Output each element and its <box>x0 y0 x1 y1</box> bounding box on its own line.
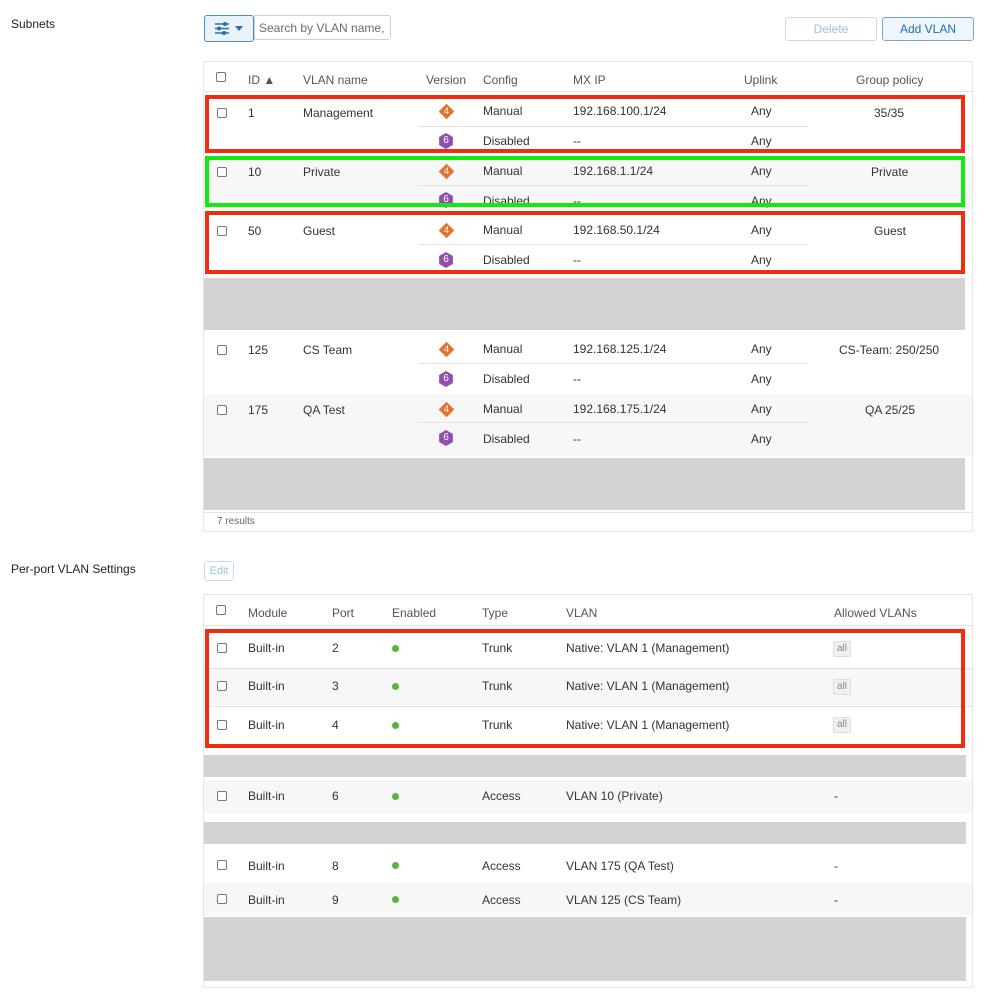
header-enabled[interactable]: Enabled <box>392 606 436 620</box>
mx-ip-ipv6: -- <box>573 432 581 446</box>
highlight-box-management <box>205 95 965 153</box>
delete-button[interactable]: Delete <box>785 17 877 41</box>
config-ipv4: Manual <box>483 402 523 416</box>
row-checkbox[interactable] <box>217 791 227 801</box>
select-all-checkbox[interactable] <box>216 72 226 82</box>
vlan-id: 125 <box>248 343 269 357</box>
header-port[interactable]: Port <box>332 606 354 620</box>
header-allowed-vlans[interactable]: Allowed VLANs <box>834 606 917 620</box>
mx-ip-ipv4: 192.168.125.1/24 <box>573 342 667 356</box>
group-policy: CS-Team: 250/250 <box>839 343 940 357</box>
allowed-vlans: - <box>834 789 838 803</box>
subnets-section-label: Subnets <box>11 17 56 31</box>
header-type[interactable]: Type <box>482 606 508 620</box>
port-vlan: VLAN 125 (CS Team) <box>566 893 682 907</box>
config-ipv4: Manual <box>483 342 523 356</box>
highlight-box-trunk-ports <box>205 629 965 748</box>
enabled-dot-icon <box>392 862 399 869</box>
ipv4-icon: 4 <box>438 341 455 358</box>
header-module[interactable]: Module <box>248 606 287 620</box>
vlan-name[interactable]: CS Team <box>303 343 352 357</box>
redacted-row <box>204 458 965 510</box>
search-input[interactable] <box>254 15 391 40</box>
mx-ip-ipv6: -- <box>573 372 581 386</box>
uplink-ipv4: Any <box>751 342 772 356</box>
redacted-row <box>204 755 966 777</box>
allowed-vlans: - <box>834 893 838 907</box>
row-checkbox[interactable] <box>217 894 227 904</box>
add-vlan-button[interactable]: Add VLAN <box>882 17 974 41</box>
port-vlan: VLAN 10 (Private) <box>566 789 663 803</box>
port-vlan: VLAN 175 (QA Test) <box>566 859 674 873</box>
row-checkbox[interactable] <box>217 860 227 870</box>
port-type: Access <box>482 789 521 803</box>
mx-ip-ipv4: 192.168.175.1/24 <box>573 402 667 416</box>
port-number: 9 <box>332 893 339 907</box>
enabled-dot-icon <box>392 793 399 800</box>
highlight-box-guest <box>205 211 965 274</box>
allowed-vlans: - <box>834 859 838 873</box>
header-version[interactable]: Version <box>426 73 466 87</box>
port-number: 6 <box>332 789 339 803</box>
highlight-box-private <box>205 156 965 207</box>
enabled-dot-icon <box>392 896 399 903</box>
edit-button[interactable]: Edit <box>204 561 234 581</box>
group-policy: QA 25/25 <box>865 403 916 417</box>
perport-section-label: Per-port VLAN Settings <box>11 562 136 576</box>
ipv4-icon: 4 <box>438 401 455 418</box>
header-vlan-name[interactable]: VLAN name <box>303 73 368 87</box>
uplink-ipv4: Any <box>751 402 772 416</box>
redacted-row <box>204 278 965 330</box>
header-mx-ip[interactable]: MX IP <box>573 73 606 87</box>
header-group-policy[interactable]: Group policy <box>856 73 923 87</box>
header-id[interactable]: ID ▲ <box>248 73 275 87</box>
vlan-name[interactable]: QA Test <box>303 403 345 417</box>
header-config[interactable]: Config <box>483 73 518 87</box>
module: Built-in <box>248 859 285 873</box>
caret-down-icon <box>235 26 243 31</box>
row-checkbox[interactable] <box>217 405 227 415</box>
vlan-id: 175 <box>248 403 269 417</box>
header-vlan[interactable]: VLAN <box>566 606 597 620</box>
row-checkbox[interactable] <box>217 345 227 355</box>
port-number: 8 <box>332 859 339 873</box>
module: Built-in <box>248 893 285 907</box>
port-type: Access <box>482 859 521 873</box>
config-ipv6: Disabled <box>483 432 530 446</box>
port-type: Access <box>482 893 521 907</box>
select-all-checkbox[interactable] <box>216 605 226 615</box>
sliders-icon <box>215 22 243 35</box>
filter-button[interactable] <box>204 15 254 42</box>
header-uplink[interactable]: Uplink <box>744 73 777 87</box>
results-count: 7 results <box>217 516 255 527</box>
config-ipv6: Disabled <box>483 372 530 386</box>
module: Built-in <box>248 789 285 803</box>
redacted-row <box>204 917 966 981</box>
redacted-row <box>204 822 966 844</box>
uplink-ipv6: Any <box>751 372 772 386</box>
uplink-ipv6: Any <box>751 432 772 446</box>
